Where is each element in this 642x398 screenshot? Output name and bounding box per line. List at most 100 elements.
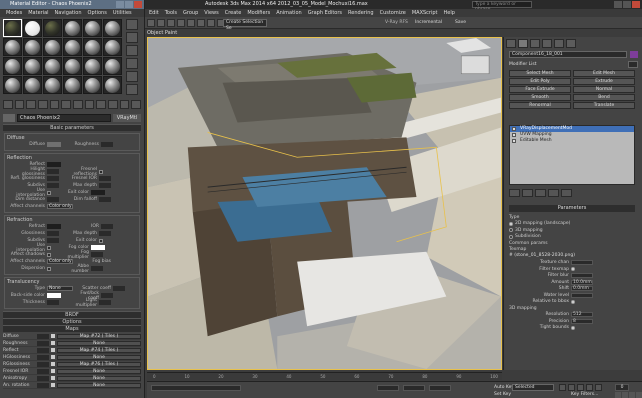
minimize-icon[interactable] <box>116 1 124 8</box>
incremental-save-label[interactable]: Incremental <box>415 19 442 27</box>
menu-graph-editors[interactable]: Graph Editors <box>308 9 342 17</box>
backlight-icon[interactable] <box>126 32 138 43</box>
sample-slot[interactable] <box>83 57 102 75</box>
radio-2d-mapping[interactable] <box>509 221 513 226</box>
water-level-spinner[interactable] <box>571 292 593 298</box>
brdf-rollout[interactable]: BRDF <box>3 311 141 318</box>
menu-modifiers[interactable]: Modifiers <box>247 9 270 17</box>
menu-utilities[interactable]: Utilities <box>113 9 132 17</box>
select-icon[interactable] <box>197 19 205 27</box>
map-enable-checkbox[interactable] <box>51 348 55 352</box>
maps-rollout[interactable]: Maps <box>3 325 141 332</box>
key-filters-button[interactable]: Key Filters... <box>571 392 598 398</box>
map-enable-checkbox[interactable] <box>51 341 55 345</box>
texture-chan-spinner[interactable] <box>571 260 593 266</box>
hierarchy-tab-icon[interactable] <box>530 39 540 48</box>
glossiness-spinner[interactable] <box>47 231 59 236</box>
sample-slot[interactable] <box>43 57 62 75</box>
redo-icon[interactable] <box>157 19 165 27</box>
background-icon[interactable] <box>126 45 138 56</box>
map-button[interactable]: None <box>57 382 141 388</box>
map-button[interactable]: Map #76 ( Tiles ) <box>57 361 141 367</box>
sample-slot[interactable] <box>43 76 62 94</box>
pan-icon[interactable] <box>629 392 635 398</box>
timeline[interactable]: 0 10 20 30 40 50 60 70 80 90 100 <box>147 372 502 380</box>
sample-slot[interactable] <box>83 76 102 94</box>
show-end-result-icon[interactable] <box>108 100 118 109</box>
sample-slot[interactable] <box>43 38 62 56</box>
menu-options[interactable]: Options <box>88 9 107 17</box>
stack-item[interactable]: Editable Mesh <box>510 138 634 144</box>
radio-subdivision[interactable] <box>509 234 513 239</box>
menu-views[interactable]: Views <box>204 9 218 17</box>
map-enable-checkbox[interactable] <box>51 369 55 373</box>
material-name-field[interactable]: Chaos Phoenix2 <box>17 113 111 122</box>
menu-modes[interactable]: Modes <box>6 9 22 17</box>
mod-button[interactable]: Extrude <box>573 78 635 85</box>
bulb-icon[interactable] <box>512 139 516 143</box>
close-icon[interactable] <box>632 1 640 8</box>
save-button[interactable]: Save <box>455 19 466 27</box>
map-enable-checkbox[interactable] <box>51 376 55 380</box>
filter-texmap-checkbox[interactable] <box>571 267 575 272</box>
map-enable-checkbox[interactable] <box>51 334 55 338</box>
hilight-gloss-spinner[interactable] <box>47 169 59 174</box>
map-button[interactable]: None <box>57 340 141 346</box>
map-button[interactable]: None <box>57 368 141 374</box>
uv-tiling-icon[interactable] <box>126 58 138 69</box>
sample-slot[interactable] <box>83 19 102 37</box>
go-to-start-icon[interactable] <box>559 384 566 391</box>
fog-multiplier-spinner[interactable] <box>91 252 103 257</box>
play-icon[interactable] <box>577 384 584 391</box>
maximize-icon[interactable] <box>125 1 133 8</box>
vray-rfs-label[interactable]: V-Ray RFS <box>385 19 408 27</box>
mod-button[interactable]: Smooth <box>509 94 571 101</box>
previous-frame-icon[interactable] <box>568 384 575 391</box>
get-material-icon[interactable] <box>3 100 13 109</box>
modifier-list-dropdown[interactable] <box>628 61 638 68</box>
dim-falloff-spinner[interactable] <box>99 197 111 202</box>
mod-button[interactable]: Face Extrude <box>509 86 571 93</box>
go-to-end-icon[interactable] <box>595 384 602 391</box>
sample-slot[interactable] <box>3 57 22 75</box>
menu-rendering[interactable]: Rendering <box>348 9 374 17</box>
make-copy-icon[interactable] <box>49 100 60 109</box>
sample-slot[interactable] <box>3 19 22 37</box>
object-name-field[interactable]: Component16_18_001 <box>509 51 627 58</box>
put-to-library-icon[interactable] <box>73 100 83 109</box>
menu-help[interactable]: Help <box>444 9 455 17</box>
pin-stack-icon[interactable] <box>509 189 520 197</box>
mod-button[interactable]: Edit Poly <box>509 78 571 85</box>
fog-color-swatch[interactable] <box>91 245 105 250</box>
sample-slot[interactable] <box>103 76 122 94</box>
shift-spinner[interactable]: 0.0mm <box>571 286 593 292</box>
refr-subdivs-spinner[interactable] <box>47 238 59 243</box>
material-id-icon[interactable] <box>84 100 95 109</box>
x-coordinate-field[interactable] <box>377 385 399 391</box>
utilities-tab-icon[interactable] <box>566 39 576 48</box>
help-search-input[interactable]: Type a keyword or phrase <box>472 1 532 12</box>
ior-spinner[interactable] <box>101 224 113 229</box>
make-unique-icon[interactable] <box>61 100 72 109</box>
max-depth-spinner[interactable] <box>99 183 111 188</box>
material-editor-titlebar[interactable]: Material Editor - Chaos Phoenix2 <box>0 0 144 9</box>
mod-button[interactable]: Bend <box>573 94 635 101</box>
remove-modifier-icon[interactable] <box>548 189 559 197</box>
motion-tab-icon[interactable] <box>542 39 552 48</box>
mod-button[interactable]: Select Mesh <box>509 70 571 77</box>
menu-tools[interactable]: Tools <box>165 9 177 17</box>
video-color-check-icon[interactable] <box>126 71 138 82</box>
exit-color-swatch[interactable] <box>91 190 105 195</box>
map-button[interactable]: Map #72 ( Tiles ) <box>57 333 141 339</box>
radio-3d-mapping[interactable] <box>509 228 513 233</box>
amount-spinner[interactable]: 10.0mm <box>571 279 593 285</box>
y-coordinate-field[interactable] <box>403 385 425 391</box>
basic-params-rollout[interactable]: Basic parameters <box>3 124 141 131</box>
precision-spinner[interactable]: 8 <box>571 318 593 324</box>
menu-create[interactable]: Create <box>225 9 242 17</box>
select-by-name-icon[interactable] <box>207 19 215 27</box>
refl-gloss-spinner[interactable] <box>47 176 59 181</box>
subdivs-spinner[interactable] <box>47 183 59 188</box>
menu-navigation[interactable]: Navigation <box>55 9 82 17</box>
map-enable-checkbox[interactable] <box>51 355 55 359</box>
